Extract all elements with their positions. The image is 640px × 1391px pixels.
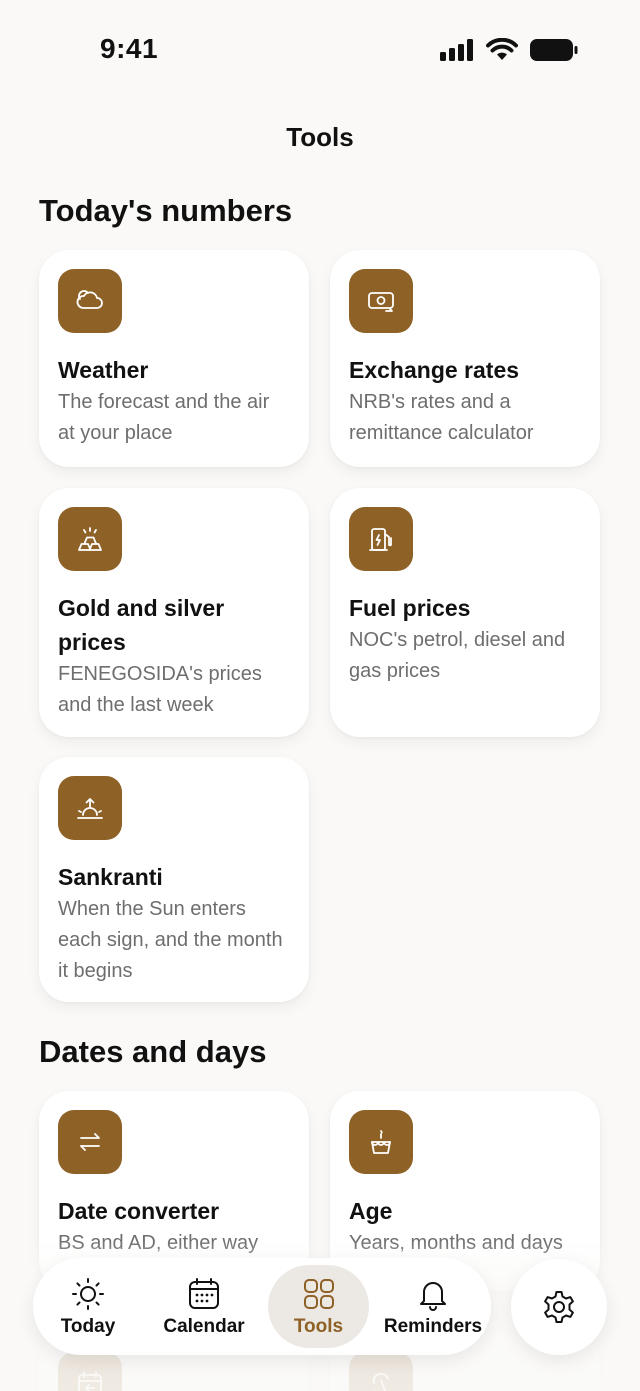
currency-exchange-icon xyxy=(349,269,413,333)
settings-button[interactable] xyxy=(511,1259,607,1355)
tab-reminders[interactable]: Reminders xyxy=(381,1258,485,1355)
card-description: When the Sun enters each sign, and the m… xyxy=(58,898,283,982)
page-title: Tools xyxy=(286,122,354,152)
tab-calendar[interactable]: Calendar xyxy=(154,1258,254,1355)
cloud-icon xyxy=(58,269,122,333)
tab-label: Today xyxy=(60,1315,116,1337)
card-title: Date converter xyxy=(58,1198,220,1224)
section-title-dates-and-days: Dates and days xyxy=(39,1034,267,1069)
status-icons xyxy=(440,38,578,61)
swap-arrows-icon xyxy=(58,1110,122,1174)
battery-icon xyxy=(530,38,578,61)
tab-label: Tools xyxy=(293,1315,344,1337)
section-title-todays-numbers: Today's numbers xyxy=(39,193,293,228)
card-title: Sankranti xyxy=(58,864,163,890)
birthday-cake-icon xyxy=(349,1110,413,1174)
sun-icon xyxy=(72,1277,104,1310)
sunrise-icon xyxy=(58,776,122,840)
tool-card-fuel-prices[interactable]: Fuel prices NOC's petrol, diesel and gas… xyxy=(330,488,600,737)
gold-bars-icon xyxy=(58,507,122,571)
tool-card-sankranti[interactable]: Sankranti When the Sun enters each sign,… xyxy=(39,757,309,1002)
wifi-icon xyxy=(486,38,518,60)
card-title: Fuel prices xyxy=(349,595,471,621)
tab-label: Reminders xyxy=(383,1315,483,1337)
tab-today[interactable]: Today xyxy=(47,1258,129,1355)
tab-bar: Today Calendar Tools Reminders xyxy=(33,1258,491,1355)
card-title: Exchange rates xyxy=(349,357,520,383)
bell-icon xyxy=(420,1281,446,1311)
fuel-pump-icon xyxy=(349,507,413,571)
card-description: NRB's rates and a remittance calculator xyxy=(349,391,534,444)
card-description: NOC's petrol, diesel and gas prices xyxy=(349,629,566,682)
card-description: FENEGOSIDA's prices and the last week xyxy=(58,663,262,716)
tool-card-gold-silver[interactable]: Gold and silver prices FENEGOSIDA's pric… xyxy=(39,488,309,737)
card-description: The forecast and the air at your place xyxy=(58,391,270,444)
card-title: Weather xyxy=(58,357,149,383)
tool-card-exchange-rates[interactable]: Exchange rates NRB's rates and a remitta… xyxy=(330,250,600,467)
status-bar: 9:41 xyxy=(0,0,640,100)
status-time: 9:41 xyxy=(100,33,159,64)
tab-label: Calendar xyxy=(163,1315,245,1337)
card-title: Age xyxy=(349,1198,393,1224)
card-title: Gold and silver prices xyxy=(58,595,225,655)
grid-icon xyxy=(303,1278,334,1309)
gear-icon xyxy=(544,1291,574,1323)
tool-card-weather[interactable]: Weather The forecast and the air at your… xyxy=(39,250,309,467)
calendar-icon xyxy=(189,1277,219,1309)
tab-tools[interactable]: Tools xyxy=(268,1265,369,1348)
cellular-signal-icon xyxy=(440,38,473,61)
